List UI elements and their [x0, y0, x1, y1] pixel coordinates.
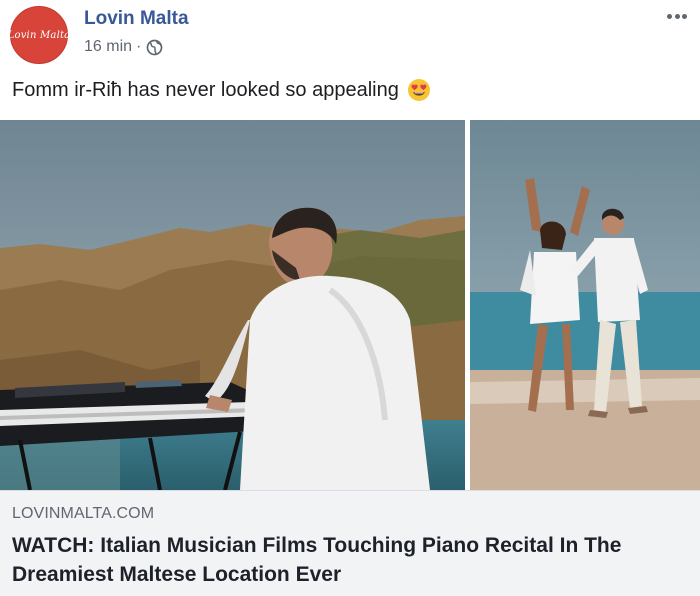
photo-piano-player[interactable] — [0, 120, 465, 490]
facebook-post: Lovin Malta Lovin Malta 16 min · Fomm ir… — [0, 0, 700, 596]
page-name-link[interactable]: Lovin Malta — [84, 8, 189, 30]
meta-separator: · — [136, 38, 142, 55]
link-preview[interactable]: LOVINMALTA.COM WATCH: Italian Musician F… — [0, 490, 700, 596]
dot-shape — [667, 13, 672, 19]
post-media[interactable] — [0, 120, 700, 490]
heart-eyes-emoji-icon — [407, 78, 431, 102]
post-timestamp[interactable]: 16 min — [84, 38, 132, 56]
post-meta: 16 min · — [84, 38, 163, 56]
page-avatar[interactable]: Lovin Malta — [7, 6, 71, 64]
globe-icon[interactable] — [146, 39, 163, 56]
post-header: Lovin Malta Lovin Malta 16 min · — [0, 0, 700, 70]
caption-text: Fomm ir-Riħ has never looked so appealin… — [12, 78, 399, 101]
post-caption: Fomm ir-Riħ has never looked so appealin… — [12, 78, 431, 102]
dot-shape — [682, 13, 687, 19]
avatar-logo-text: Lovin Malta — [7, 29, 71, 41]
photo-couple-dancing[interactable] — [470, 120, 700, 490]
link-title[interactable]: WATCH: Italian Musician Films Touching P… — [12, 531, 688, 589]
dot-shape — [674, 13, 680, 19]
link-domain: LOVINMALTA.COM — [12, 505, 155, 522]
ellipsis-icon[interactable] — [664, 6, 690, 26]
